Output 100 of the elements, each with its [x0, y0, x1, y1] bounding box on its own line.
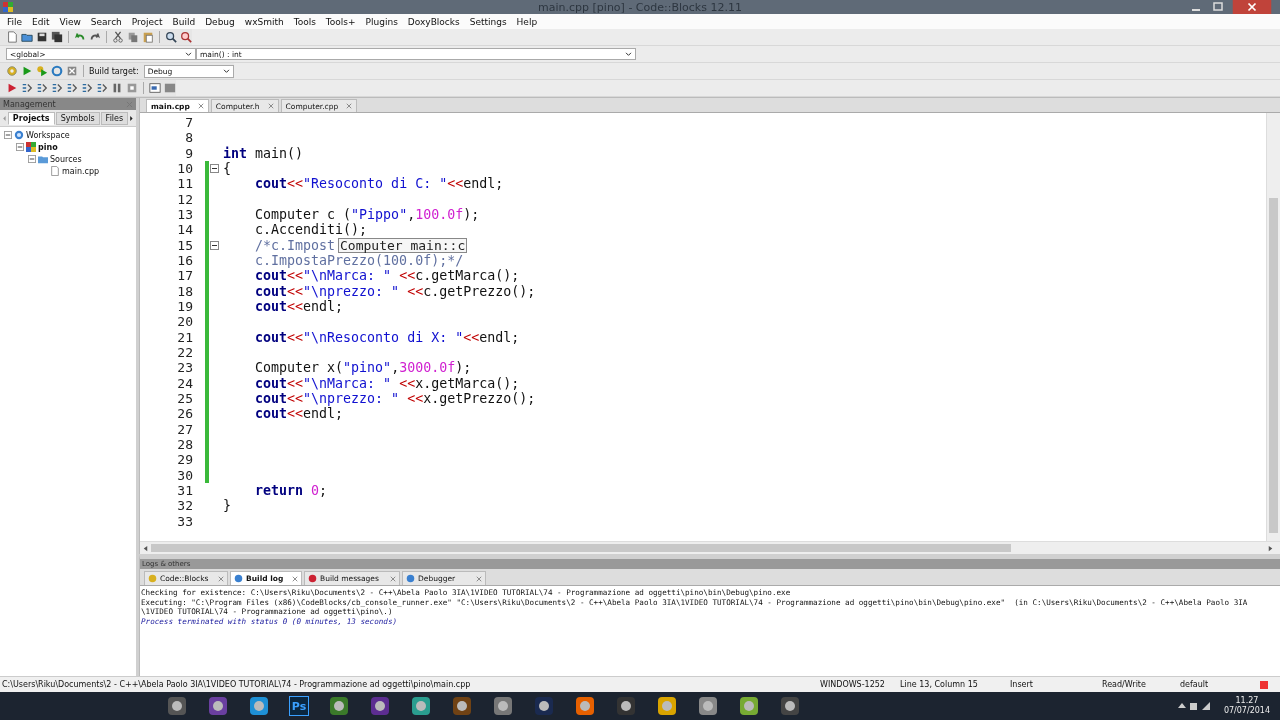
- menu-item[interactable]: Tools: [288, 16, 321, 27]
- toolbar-icon[interactable]: [111, 82, 123, 94]
- tab-icon: [308, 574, 317, 583]
- fold-icon[interactable]: [209, 240, 219, 250]
- horizontal-scrollbar[interactable]: [140, 541, 1280, 554]
- menu-item[interactable]: Tools+: [320, 16, 361, 27]
- line-number: 18: [176, 283, 193, 299]
- line-number: 13: [176, 206, 193, 223]
- app-icon[interactable]: [248, 695, 270, 717]
- menu-item[interactable]: Debug: [200, 16, 240, 27]
- app-icon[interactable]: Ps: [289, 696, 309, 716]
- app-icon[interactable]: [207, 695, 229, 717]
- line-number: 14: [176, 222, 193, 238]
- toolbar-icon[interactable]: [51, 31, 63, 43]
- line-number: 17: [176, 268, 193, 284]
- line-number: 23: [176, 360, 193, 376]
- tree-item[interactable]: pino: [38, 142, 58, 152]
- app-icon[interactable]: [574, 695, 596, 717]
- code-line: cout<<"\nResoconto di X: "<<endl;: [254, 329, 520, 345]
- fold-icon[interactable]: [209, 164, 219, 174]
- scroll-left-icon[interactable]: [142, 544, 149, 552]
- line-number: 32: [176, 498, 193, 514]
- close-icon[interactable]: [346, 103, 353, 109]
- code-line: cout<<endl;: [254, 298, 344, 314]
- panel-tab[interactable]: Files: [100, 111, 129, 125]
- code-line: cout<<"\nprezzo: " <<x.getPrezzo();: [254, 390, 536, 406]
- close-icon[interactable]: [390, 575, 396, 582]
- app-icon[interactable]: [166, 695, 188, 717]
- vertical-scrollbar[interactable]: [1266, 113, 1280, 541]
- toolbar-icon[interactable]: [112, 31, 124, 43]
- line-number: 26: [176, 406, 193, 422]
- app-icon[interactable]: [369, 695, 391, 717]
- toolbar-icon[interactable]: [36, 31, 48, 43]
- panel-tab[interactable]: Symbols: [55, 111, 100, 125]
- menu-item[interactable]: DoxyBlocks: [402, 16, 465, 27]
- menu-item[interactable]: Settings: [464, 16, 512, 27]
- menu-item[interactable]: Project: [126, 16, 168, 27]
- tree-item[interactable]: Sources: [50, 154, 82, 164]
- line-number: 33: [176, 513, 193, 529]
- code-line: Computer c ("Pippo",100.0f);: [254, 206, 480, 222]
- menu-item[interactable]: wxSmith: [239, 16, 289, 27]
- app-icon[interactable]: [533, 695, 555, 717]
- tree-item[interactable]: Workspace: [26, 130, 70, 140]
- line-number: 27: [176, 421, 193, 437]
- toolbar-icon[interactable]: [66, 82, 78, 94]
- app-icon[interactable]: [451, 695, 473, 717]
- menu-item[interactable]: Edit: [27, 16, 55, 27]
- panel-tab[interactable]: Projects: [7, 111, 55, 125]
- close-icon[interactable]: [197, 103, 204, 109]
- workspace-icon: [14, 130, 24, 140]
- code-line: cout<<"\nMarca: " <<c.getMarca();: [254, 268, 520, 284]
- menu-item[interactable]: View: [54, 16, 86, 27]
- line-number: 15: [176, 237, 193, 253]
- toolbar-icon[interactable]: [21, 82, 33, 94]
- tree-item[interactable]: main.cpp: [62, 166, 100, 176]
- app-icon[interactable]: [697, 695, 719, 717]
- app-icon[interactable]: [410, 695, 432, 717]
- app-icon[interactable]: [779, 695, 801, 717]
- toolbar-icon[interactable]: [149, 82, 161, 94]
- clock-time: 11.27: [1235, 696, 1259, 706]
- panel-title: Management: [3, 99, 56, 109]
- toolbar-icon[interactable]: [51, 82, 63, 94]
- menu-item[interactable]: Plugins: [360, 16, 403, 27]
- menu-item[interactable]: File: [2, 16, 28, 27]
- code-line: Computer x("pino",3000.0f);: [254, 360, 472, 376]
- toolbar-icon[interactable]: [96, 82, 108, 94]
- code-line: }: [223, 498, 231, 514]
- scroll-right-icon[interactable]: [1267, 544, 1274, 552]
- close-icon[interactable]: [292, 575, 298, 582]
- code-line: cout<<endl;: [254, 406, 344, 422]
- tab-icon: [148, 574, 157, 583]
- toolbar-icon[interactable]: [89, 31, 101, 43]
- theme-status: default: [1180, 680, 1210, 689]
- app-icon[interactable]: [492, 695, 514, 717]
- toolbar-icon[interactable]: [6, 82, 18, 94]
- toolbar-icon[interactable]: [36, 82, 48, 94]
- app-icon[interactable]: [328, 695, 350, 717]
- collapse-icon[interactable]: [4, 131, 12, 139]
- collapse-icon[interactable]: [16, 143, 24, 151]
- collapse-icon[interactable]: [28, 155, 36, 163]
- close-icon[interactable]: [218, 575, 224, 582]
- toolbar-icon[interactable]: [180, 31, 192, 43]
- app-icon: [3, 2, 13, 12]
- app-icon[interactable]: [615, 695, 637, 717]
- clock-date: 07/07/2014: [1223, 706, 1270, 716]
- toolbar-icon[interactable]: [21, 31, 33, 43]
- folder-icon: [38, 154, 48, 164]
- close-icon[interactable]: [476, 575, 482, 582]
- line-number: 7: [184, 115, 193, 131]
- cursor-position: Line 13, Column 15: [900, 680, 979, 689]
- menu-item[interactable]: Help: [511, 16, 543, 27]
- menu-item[interactable]: Search: [85, 16, 127, 27]
- close-icon[interactable]: [267, 103, 274, 109]
- line-number: 29: [176, 452, 193, 468]
- close-button[interactable]: [1230, 0, 1274, 14]
- menu-item[interactable]: Build: [167, 16, 201, 27]
- toolbar-icon[interactable]: [81, 82, 93, 94]
- app-icon[interactable]: [738, 695, 760, 717]
- app-icon[interactable]: [656, 695, 678, 717]
- toolbar-icon[interactable]: [165, 31, 177, 43]
